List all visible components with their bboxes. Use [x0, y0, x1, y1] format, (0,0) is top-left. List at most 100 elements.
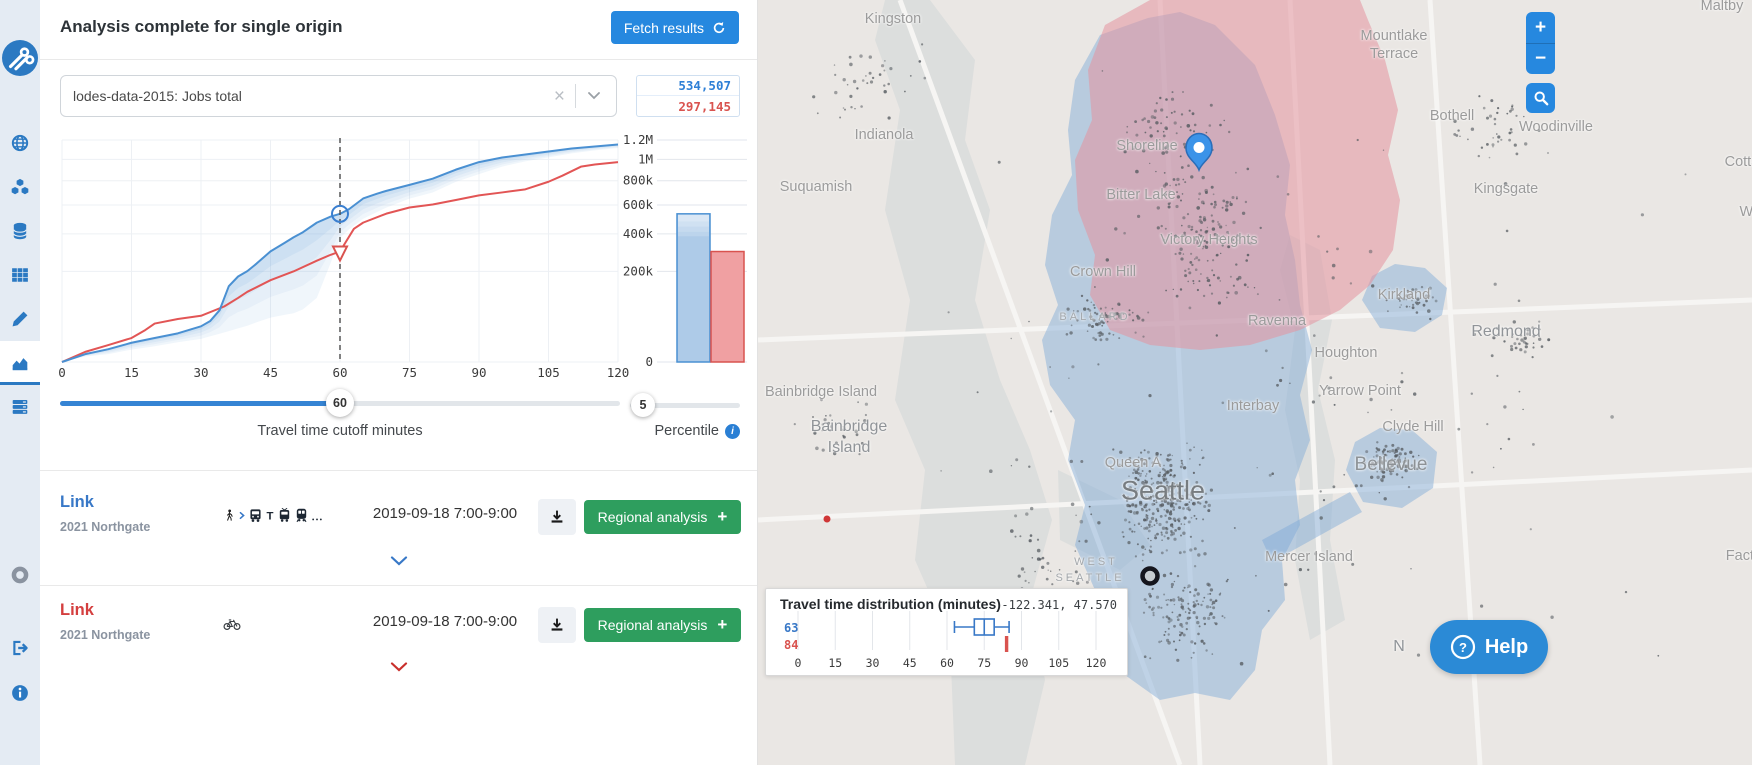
sidebar-item-sign-out[interactable]: [0, 626, 40, 670]
svg-text:90: 90: [1015, 656, 1029, 670]
info-icon[interactable]: i: [725, 424, 740, 439]
info-icon: [11, 684, 29, 702]
cutoff-slider-handle[interactable]: 60: [326, 389, 354, 417]
comparison-origin-marker: [1143, 569, 1158, 584]
plus-icon: +: [717, 507, 727, 527]
download-results-button[interactable]: [538, 607, 576, 643]
regional-analysis-label: Regional analysis: [598, 509, 708, 525]
help-button[interactable]: ? Help: [1430, 620, 1548, 674]
scenario-project-name: 2021 Northgate: [60, 520, 150, 534]
cutoff-slider-label: Travel time cutoff minutes: [60, 423, 620, 439]
scenario-modes: T: [223, 505, 351, 525]
conveyal-logo-icon[interactable]: [2, 40, 38, 76]
svg-text:63: 63: [784, 621, 798, 635]
page-title: Analysis complete for single origin: [60, 17, 342, 37]
globe-icon: [11, 134, 29, 152]
sidebar-item-info[interactable]: [0, 671, 40, 715]
svg-text:60: 60: [940, 656, 954, 670]
mode-bus-icon: [248, 507, 263, 524]
svg-text:800k: 800k: [623, 173, 654, 188]
svg-text:?: ?: [1459, 640, 1467, 655]
svg-text:75: 75: [402, 365, 417, 380]
help-label: Help: [1485, 636, 1528, 659]
panel-header: Analysis complete for single origin Fetc…: [40, 0, 757, 60]
mode-walk-icon: [223, 507, 236, 524]
sidebar-item-cubes[interactable]: [0, 165, 40, 209]
sidebar: [0, 0, 40, 765]
plus-icon: +: [717, 615, 727, 635]
download-results-button[interactable]: [538, 499, 576, 535]
svg-text:84: 84: [784, 638, 798, 652]
svg-text:75: 75: [977, 656, 991, 670]
scenario-row: Link 2021 Northgate T 2019-09-18 7:00-9:00 R…: [40, 493, 757, 549]
svg-text:T: T: [267, 510, 274, 522]
travel-time-cutoff-slider[interactable]: 60: [60, 389, 620, 417]
scenario-link[interactable]: Link: [60, 493, 94, 512]
percentile-value: 5: [640, 398, 647, 412]
sidebar-item-dot-circle[interactable]: [0, 553, 40, 597]
svg-text:120: 120: [607, 365, 630, 380]
question-mark-icon: ?: [1450, 634, 1476, 660]
red-dot-marker: [824, 516, 831, 523]
svg-text:0: 0: [645, 354, 653, 369]
sidebar-item-analysis-chart[interactable]: [0, 341, 40, 385]
svg-text:30: 30: [193, 365, 208, 380]
map-search-button[interactable]: [1526, 83, 1555, 113]
zoom-in-button[interactable]: +: [1526, 12, 1555, 43]
mode-bike-icon: [223, 615, 241, 632]
comparison-accessibility-value: 297,145: [637, 96, 739, 116]
comparison-isochrone: [1075, 0, 1400, 350]
sidebar-item-pencil[interactable]: [0, 297, 40, 341]
svg-text:15: 15: [828, 656, 842, 670]
divider: [40, 585, 757, 586]
regional-analysis-label: Regional analysis: [598, 617, 708, 633]
mode-tram-icon: [277, 507, 292, 524]
sidebar-item-grid[interactable]: [0, 253, 40, 297]
expand-scenario-chevron-icon[interactable]: [390, 659, 410, 671]
svg-text:30: 30: [866, 656, 880, 670]
analysis-panel: Analysis complete for single origin Fetc…: [40, 0, 758, 765]
mode-letter-t-icon: T: [265, 507, 275, 524]
svg-text:0: 0: [795, 656, 802, 670]
regional-analysis-button[interactable]: Regional analysis +: [584, 608, 741, 642]
clear-selection-icon[interactable]: ×: [544, 87, 575, 106]
scenario-date-time: 2019-09-18 7:00-9:00: [355, 505, 535, 522]
sidebar-item-regional-server[interactable]: [0, 385, 40, 429]
map[interactable]: KingstonMaltbyMountlakeTerraceBothellWoo…: [758, 0, 1752, 765]
cutoff-value: 60: [333, 396, 347, 410]
database-icon: [11, 222, 29, 240]
accessibility-chart[interactable]: 01530456075901051201.2M1M800k600k400k200…: [48, 130, 754, 390]
analysis-chart-icon: [11, 353, 29, 371]
pencil-icon: [11, 310, 29, 328]
destination-layer-select[interactable]: lodes-data-2015: Jobs total ×: [60, 75, 617, 117]
sidebar-item-database[interactable]: [0, 209, 40, 253]
svg-text:60: 60: [332, 365, 347, 380]
svg-text:0: 0: [58, 365, 66, 380]
svg-text:90: 90: [471, 365, 486, 380]
fetch-results-button[interactable]: Fetch results: [611, 11, 739, 44]
regional-analysis-button[interactable]: Regional analysis +: [584, 500, 741, 534]
svg-text:200k: 200k: [623, 263, 654, 278]
refresh-icon: [712, 21, 726, 35]
svg-text:15: 15: [124, 365, 139, 380]
download-icon: [549, 509, 565, 525]
svg-text:120: 120: [1086, 656, 1107, 670]
sidebar-item-globe[interactable]: [0, 121, 40, 165]
divider: [40, 470, 757, 471]
regional-server-icon: [11, 398, 29, 416]
percentile-slider[interactable]: 5: [630, 391, 740, 419]
sign-out-icon: [11, 639, 29, 657]
search-icon: [1533, 90, 1549, 106]
svg-text:400k: 400k: [623, 226, 654, 241]
scenario-modes: [223, 613, 351, 633]
expand-scenario-chevron-icon[interactable]: [390, 553, 410, 565]
chevron-down-icon[interactable]: [576, 87, 604, 105]
zoom-out-button[interactable]: −: [1526, 43, 1555, 74]
grid-icon: [11, 266, 29, 284]
svg-text:105: 105: [537, 365, 560, 380]
download-icon: [549, 617, 565, 633]
accessibility-results-box: 534,507 297,145: [636, 75, 740, 117]
dot-circle-icon: [11, 566, 29, 584]
percentile-slider-handle[interactable]: 5: [631, 393, 655, 417]
scenario-link[interactable]: Link: [60, 601, 94, 620]
